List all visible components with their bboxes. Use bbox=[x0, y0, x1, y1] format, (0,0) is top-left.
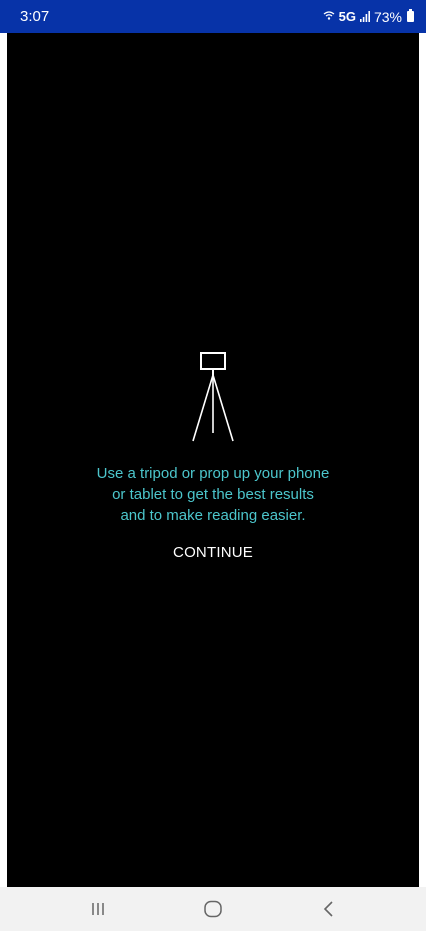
navigation-bar bbox=[0, 887, 426, 931]
battery-percent: 73% bbox=[373, 8, 402, 25]
main-content: Use a tripod or prop up your phone or ta… bbox=[7, 33, 419, 887]
signal-icon bbox=[359, 9, 370, 25]
home-icon[interactable] bbox=[189, 891, 237, 927]
tripod-icon bbox=[189, 351, 237, 443]
continue-button[interactable]: CONTINUE bbox=[153, 538, 273, 566]
status-indicators: 5G 73% bbox=[323, 9, 414, 25]
status-time: 3:07 bbox=[20, 8, 50, 25]
status-bar: 3:07 5G 73% bbox=[0, 0, 426, 33]
recents-icon[interactable] bbox=[74, 891, 122, 927]
wifi-calling-icon bbox=[323, 9, 335, 25]
network-type: 5G bbox=[338, 9, 356, 24]
instruction-text: Use a tripod or prop up your phone or ta… bbox=[96, 465, 330, 524]
back-icon[interactable] bbox=[304, 891, 352, 927]
battery-icon bbox=[407, 9, 414, 22]
screen: 3:07 5G 73% Use a tripod or prop up your… bbox=[0, 0, 426, 931]
